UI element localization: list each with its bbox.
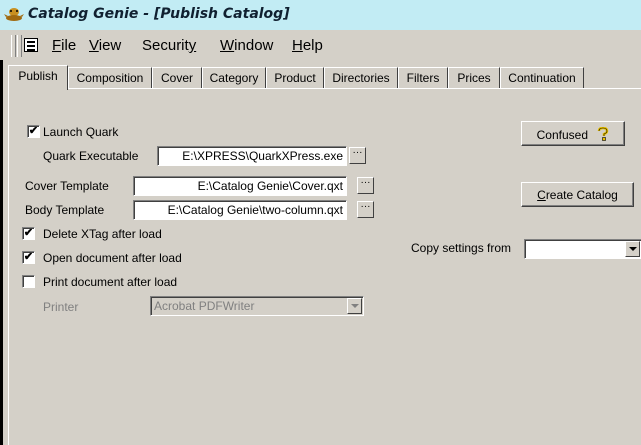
quark-executable-label: Quark Executable	[43, 149, 139, 163]
launch-quark-checkbox[interactable]: ✔	[27, 125, 40, 138]
browse-body-button[interactable]: ···	[357, 201, 374, 218]
copy-settings-label: Copy settings from	[411, 241, 512, 255]
menu-security[interactable]: Security	[142, 37, 196, 54]
delete-xtag-label: Delete XTag after load	[43, 227, 162, 241]
tab-filters[interactable]: Filters	[398, 67, 448, 88]
tab-publish[interactable]: Publish	[8, 65, 68, 90]
tab-continuation[interactable]: Continuation	[500, 67, 584, 88]
browse-quark-button[interactable]: ···	[349, 147, 366, 164]
create-catalog-mnemonic: C	[537, 188, 546, 202]
printer-select-value: Acrobat PDFWriter	[154, 299, 255, 313]
menu-bar: File View Security Window Help	[8, 32, 641, 60]
print-document-label: Print document after load	[43, 275, 178, 289]
genie-lamp-icon	[4, 8, 24, 21]
tab-prices[interactable]: Prices	[448, 67, 500, 88]
system-menu-icon[interactable]	[24, 38, 38, 52]
copy-settings-select[interactable]	[524, 239, 641, 259]
browse-cover-button[interactable]: ···	[357, 177, 374, 194]
menu-file[interactable]: File	[52, 37, 76, 54]
body-template-field[interactable]: E:\Catalog Genie\two-column.qxt	[133, 200, 347, 220]
cover-template-label: Cover Template	[25, 179, 109, 193]
create-catalog-button[interactable]: Create Catalog	[521, 182, 634, 207]
menu-help[interactable]: Help	[292, 37, 323, 54]
confused-button-label: Confused	[536, 128, 589, 142]
toolbar-grip[interactable]	[11, 35, 16, 57]
tab-composition[interactable]: Composition	[68, 67, 152, 88]
cover-template-field[interactable]: E:\Catalog Genie\Cover.qxt	[133, 176, 347, 196]
chevron-down-icon	[347, 298, 362, 314]
quark-executable-field[interactable]: E:\XPRESS\QuarkXPress.exe	[157, 146, 347, 166]
body-template-label: Body Template	[25, 203, 105, 217]
chevron-down-icon[interactable]	[625, 241, 640, 257]
tab-directories[interactable]: Directories	[324, 67, 398, 88]
window-title: Catalog Genie - [Publish Catalog]	[28, 6, 290, 22]
print-document-checkbox[interactable]	[22, 275, 35, 288]
open-document-label: Open document after load	[43, 251, 182, 265]
title-bar[interactable]: Catalog Genie - [Publish Catalog]	[0, 0, 641, 30]
delete-xtag-checkbox[interactable]: ✔	[22, 227, 35, 240]
launch-quark-label: Launch Quark	[43, 125, 119, 139]
open-document-checkbox[interactable]: ✔	[22, 251, 35, 264]
menu-window[interactable]: Window	[220, 37, 273, 54]
toolbar-grip[interactable]	[17, 35, 22, 57]
tab-category[interactable]: Category	[202, 67, 266, 88]
printer-label: Printer	[43, 300, 79, 314]
tab-product[interactable]: Product	[266, 67, 324, 88]
mdi-frame-edge	[0, 60, 3, 445]
printer-select: Acrobat PDFWriter	[150, 296, 364, 316]
menu-view[interactable]: View	[89, 37, 121, 54]
question-mark-icon	[598, 126, 609, 141]
publish-panel: ✔ Launch Quark Quark Executable E:\XPRES…	[8, 88, 641, 445]
confused-button[interactable]: Confused	[521, 121, 625, 146]
tab-cover[interactable]: Cover	[152, 67, 202, 88]
create-catalog-label: reate Catalog	[545, 188, 618, 202]
